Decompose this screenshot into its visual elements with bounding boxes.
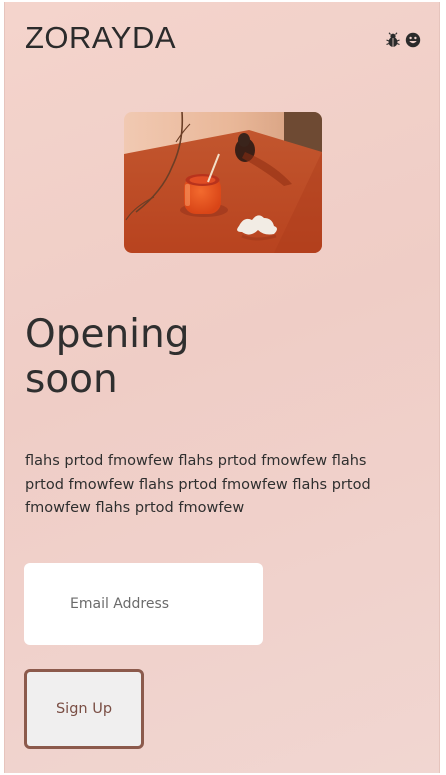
header-icons [385,32,421,48]
email-input[interactable] [24,563,263,645]
bug-icon[interactable] [385,32,401,48]
page-title: Opening soon [25,312,190,402]
description-text: flahs prtod fmowfew flahs prtod fmowfew … [25,453,371,516]
page-container: ZORAYDA Opening soon flahs prtod fmowfew… [4,2,440,773]
brand-logo[interactable]: ZORAYDA [25,20,176,56]
signup-button[interactable]: Sign Up [24,669,144,749]
hero-image [124,112,322,253]
smiley-icon[interactable] [405,32,421,48]
drink-on-table-photo [124,112,322,253]
